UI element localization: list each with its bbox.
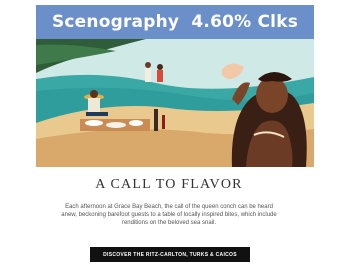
- headline: A CALL TO FLAVOR: [95, 177, 243, 192]
- metric-banner: Scenography 4.60% Clks: [36, 5, 314, 39]
- discover-button[interactable]: DISCOVER THE RITZ-CARLTON, TURKS & CAICO…: [90, 247, 250, 262]
- beach-dinner-illustration-icon: [36, 39, 314, 167]
- metric-banner-label: Scenography 4.60% Clks: [51, 12, 299, 32]
- beach-dinner-illustration: [36, 39, 314, 167]
- body-text: Each afternoon at Grace Bay Beach, the c…: [61, 204, 277, 227]
